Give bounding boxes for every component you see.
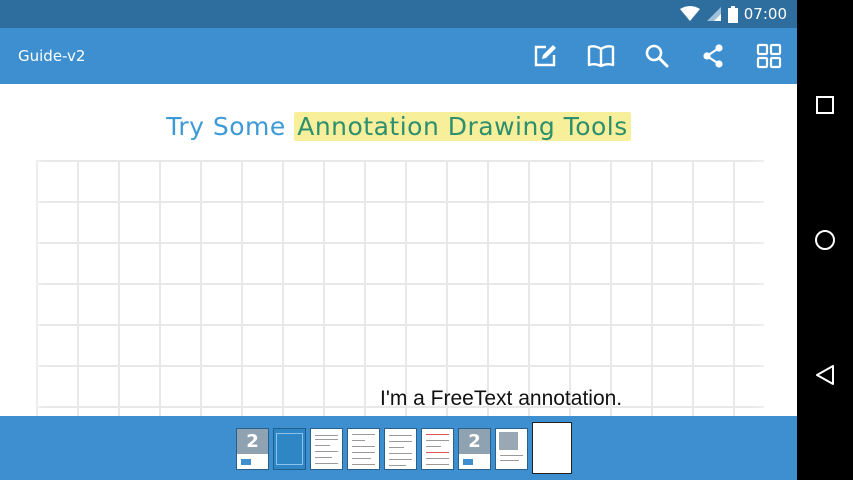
status-icons: 07:00: [679, 0, 787, 28]
grid-fade: [0, 160, 797, 416]
system-nav-bar: [797, 0, 853, 480]
document-title: Guide-v2: [18, 47, 86, 65]
page-thumbnail[interactable]: 2: [458, 428, 491, 470]
home-icon: [815, 230, 835, 250]
battery-icon: [727, 5, 738, 23]
document-page[interactable]: Try Some Annotation Drawing Tools I'm a …: [0, 84, 797, 416]
share-button[interactable]: [697, 40, 729, 72]
back-icon: [816, 365, 834, 385]
home-button[interactable]: [811, 226, 839, 254]
highlighted-heading-text[interactable]: Annotation Drawing Tools: [294, 112, 631, 141]
edit-button[interactable]: [529, 40, 561, 72]
cell-signal-icon: [706, 6, 722, 22]
page-thumbnail[interactable]: [495, 428, 528, 470]
grid-icon: [756, 43, 782, 69]
recents-button[interactable]: [811, 91, 839, 119]
search-icon: [645, 44, 669, 68]
freetext-annotation[interactable]: I'm a FreeText annotation.: [380, 387, 622, 411]
page-thumbnail[interactable]: 2: [236, 428, 269, 470]
page-thumbnail[interactable]: [421, 428, 454, 470]
reading-mode-button[interactable]: [585, 40, 617, 72]
thumbnail-list: 2 2: [236, 422, 572, 474]
thumbnail-strip: 2 2: [0, 416, 797, 480]
book-icon: [587, 45, 615, 68]
page-thumbnail[interactable]: [384, 428, 417, 470]
thumbnails-grid-button[interactable]: [753, 40, 785, 72]
back-button[interactable]: [811, 361, 839, 389]
search-button[interactable]: [641, 40, 673, 72]
recents-icon: [816, 96, 834, 114]
current-page-thumbnail[interactable]: [532, 422, 572, 474]
wifi-icon: [679, 6, 700, 22]
share-icon: [703, 44, 723, 68]
status-bar: 07:00: [0, 0, 797, 28]
app-bar: Guide-v2: [0, 28, 797, 84]
page-thumbnail[interactable]: [273, 428, 306, 470]
page-thumbnail[interactable]: [347, 428, 380, 470]
heading-plain-text: Try Some: [166, 112, 286, 141]
status-time: 07:00: [743, 5, 787, 23]
edit-icon: [534, 45, 556, 67]
page-thumbnail[interactable]: [310, 428, 343, 470]
page-heading: Try Some Annotation Drawing Tools: [0, 112, 797, 141]
